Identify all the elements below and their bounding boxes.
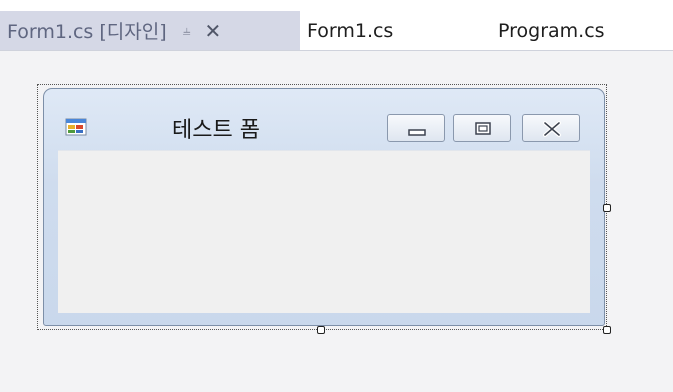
document-tab-strip: Form1.cs [디자인] ⫨ ✕ Form1.cs Program.cs [0,0,673,51]
resize-handle-right[interactable] [603,204,611,212]
tab-label: Form1.cs [디자인] [7,21,167,43]
form-client-area[interactable] [58,150,590,313]
maximize-button[interactable] [453,114,511,142]
form-title: 테스트 폼 [172,118,260,143]
form-title-bar[interactable]: 테스트 폼 [44,89,604,147]
close-icon [543,121,561,137]
visual-studio-designer: Form1.cs [디자인] ⫨ ✕ Form1.cs Program.cs 테… [0,0,673,392]
close-button[interactable] [522,114,580,142]
pin-icon[interactable]: ⫨ [183,23,191,39]
minimize-button[interactable] [387,114,445,142]
close-icon[interactable]: ✕ [205,19,222,43]
minimize-icon [408,129,426,136]
form-window[interactable]: 테스트 폼 [43,88,605,326]
tab-form1-code[interactable]: Form1.cs [307,11,393,50]
tab-label: Program.cs [498,19,605,42]
resize-handle-bottom[interactable] [317,326,325,334]
maximize-icon [475,122,491,135]
windows-form-icon [65,118,87,136]
tab-label: Form1.cs [307,19,394,42]
resize-handle-corner[interactable] [603,326,611,334]
tab-form1-designer[interactable]: Form1.cs [디자인] ⫨ ✕ [0,11,300,50]
tab-program[interactable]: Program.cs [498,11,605,50]
design-surface[interactable]: 테스트 폼 [0,51,673,392]
